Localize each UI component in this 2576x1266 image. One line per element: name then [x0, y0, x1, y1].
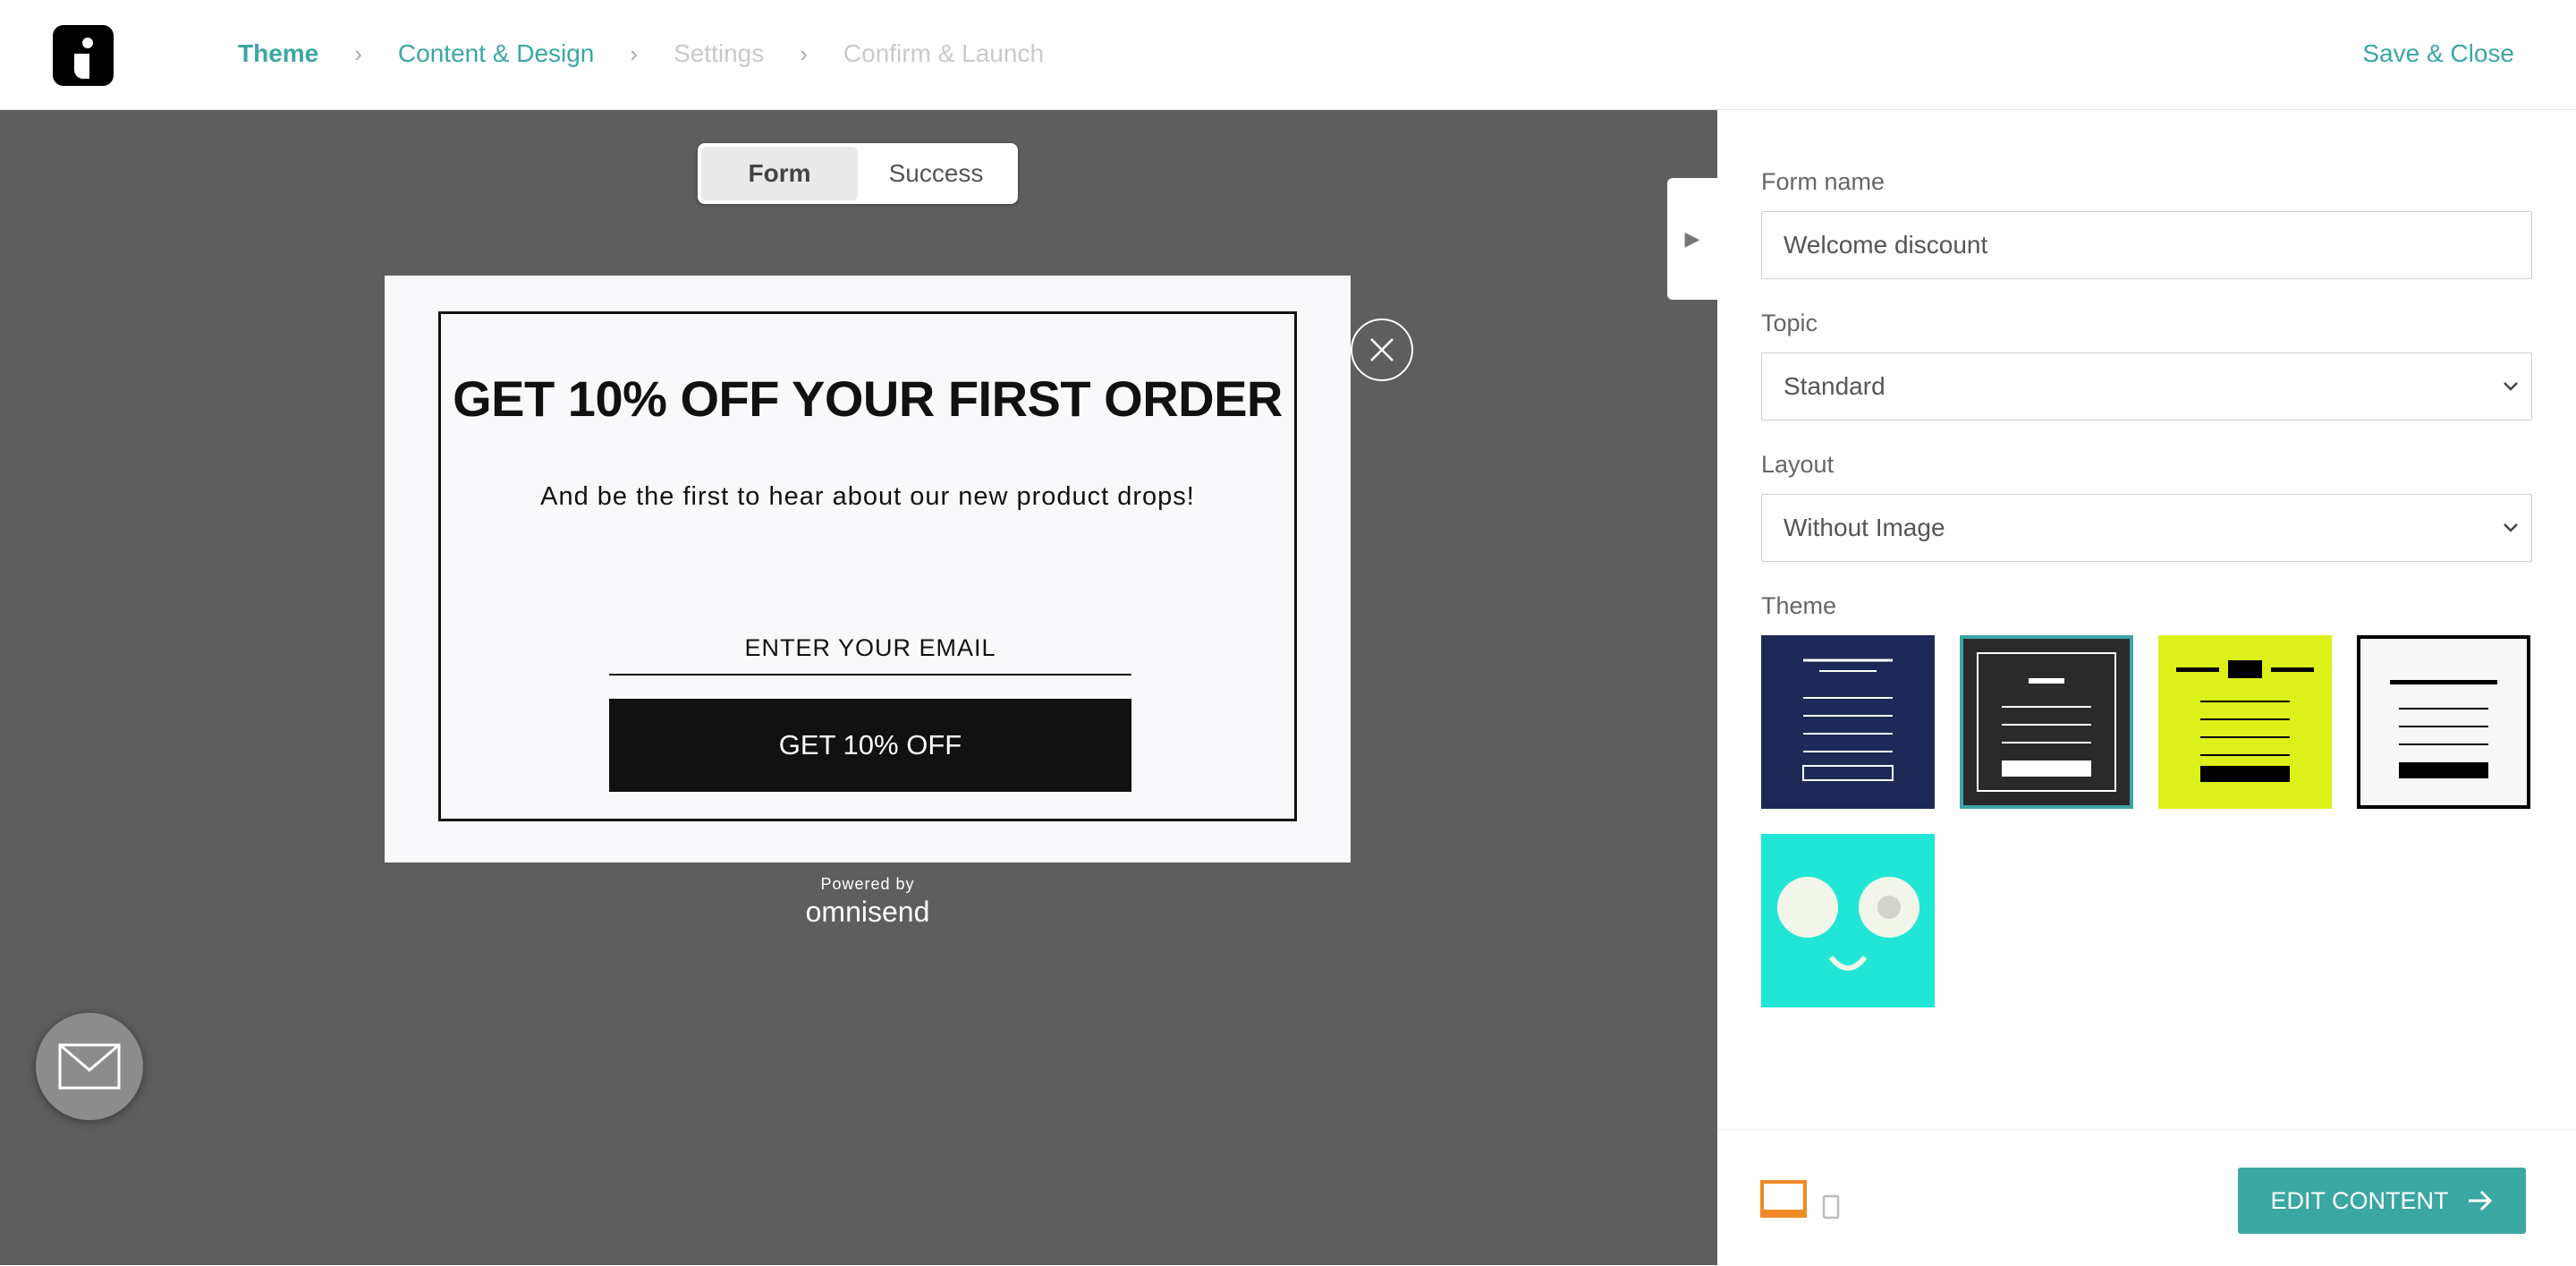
form-name-field[interactable]: Welcome discount [1761, 211, 2532, 279]
settings-panel: Form name Welcome discount Topic Standar… [1717, 109, 2576, 1266]
get-discount-button[interactable]: GET 10% OFF [609, 699, 1131, 792]
envelope-icon [58, 1043, 121, 1090]
theme-face[interactable] [1761, 834, 1935, 1007]
tab-success[interactable]: Success [858, 147, 1014, 200]
layout-label: Layout [1761, 451, 1835, 478]
layout-select[interactable]: Without Image [1761, 494, 2532, 562]
wizard-steps: Theme › Content & Design › Settings › Co… [238, 39, 1044, 68]
topic-select[interactable]: Standard [1761, 353, 2532, 421]
omnisend-logo-icon[interactable] [53, 25, 114, 86]
email-input[interactable]: ENTER YOUR EMAIL [609, 634, 1131, 662]
arrow-right-icon [2468, 1190, 2492, 1211]
popup-title: GET 10% OFF YOUR FIRST ORDER [453, 370, 1283, 427]
step-theme[interactable]: Theme [238, 39, 318, 68]
email-launcher-button[interactable] [36, 1013, 143, 1120]
tab-form[interactable]: Form [701, 147, 858, 200]
edit-content-label: EDIT CONTENT [2270, 1186, 2449, 1214]
popup-preview: GET 10% OFF YOUR FIRST ORDER And be the … [385, 276, 1351, 862]
omnisend-brand: omnisend [805, 896, 930, 928]
powered-by: Powered by omnisend [742, 875, 993, 929]
email-underline [609, 674, 1131, 675]
desktop-icon[interactable] [1760, 1180, 1807, 1218]
theme-white[interactable] [2357, 635, 2530, 809]
topic-label: Topic [1761, 310, 1818, 336]
powered-by-label: Powered by [820, 875, 915, 893]
chevron-down-icon [2504, 382, 2518, 391]
edit-content-button[interactable]: EDIT CONTENT [2238, 1168, 2526, 1234]
popup-frame: GET 10% OFF YOUR FIRST ORDER And be the … [438, 311, 1297, 821]
form-success-toggle: Form Success [698, 143, 1018, 204]
mobile-icon[interactable] [1821, 1194, 1841, 1219]
caret-right-icon: ▶ [1684, 227, 1700, 250]
step-content-design[interactable]: Content & Design [398, 39, 594, 68]
chevron-right-icon: › [800, 39, 808, 67]
theme-navy[interactable] [1761, 635, 1935, 809]
form-name-label: Form name [1761, 168, 1885, 195]
theme-label: Theme [1761, 592, 1837, 619]
layout-value: Without Image [1784, 514, 1945, 541]
topic-value: Standard [1784, 372, 1885, 400]
chevron-right-icon: › [630, 39, 639, 67]
top-bar: Theme › Content & Design › Settings › Co… [0, 0, 2576, 110]
step-settings[interactable]: Settings [674, 39, 764, 68]
form-name-value: Welcome discount [1784, 231, 1988, 259]
popup-subtitle: And be the first to hear about our new p… [540, 482, 1195, 511]
theme-lime[interactable] [2158, 635, 2332, 809]
chevron-right-icon: › [354, 39, 362, 67]
theme-dark[interactable] [1960, 635, 2133, 809]
close-popup-icon[interactable] [1351, 319, 1413, 381]
save-close-link[interactable]: Save & Close [2362, 39, 2514, 68]
chevron-down-icon [2504, 523, 2518, 532]
step-confirm-launch[interactable]: Confirm & Launch [843, 39, 1044, 68]
collapse-panel-button[interactable]: ▶ [1667, 178, 1717, 300]
panel-footer: EDIT CONTENT [1717, 1129, 2576, 1266]
